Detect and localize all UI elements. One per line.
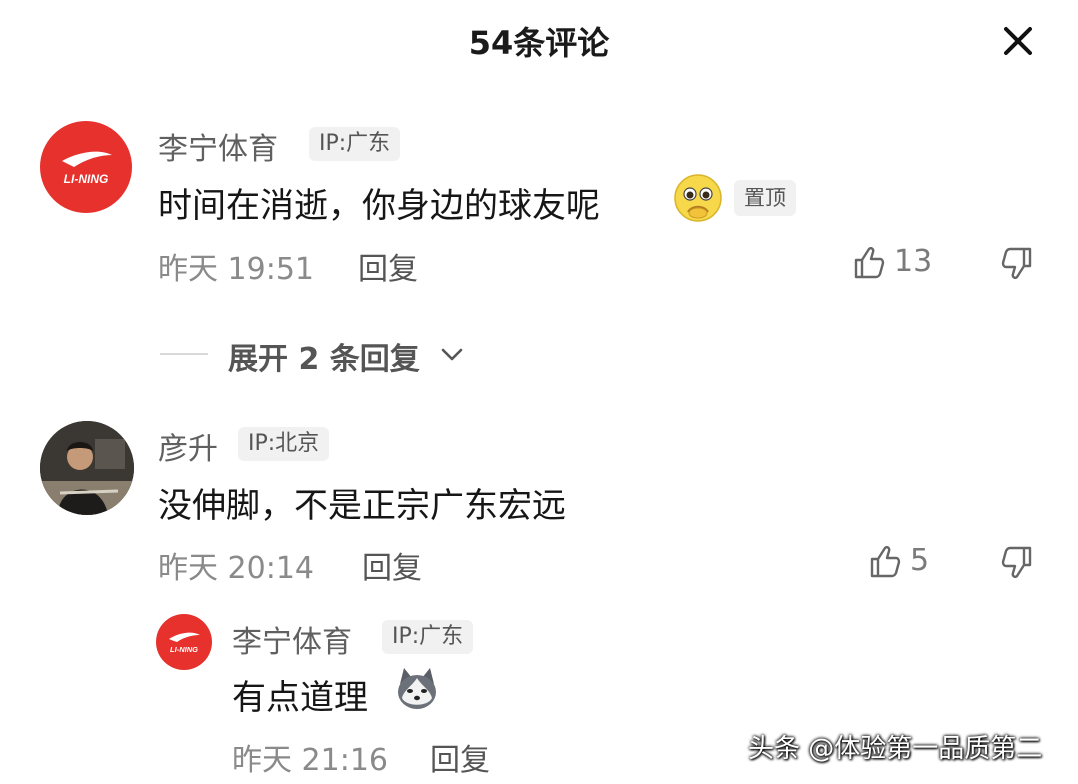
- like-count: 13: [894, 244, 933, 279]
- page-title: 54条评论: [468, 24, 610, 62]
- avatar[interactable]: [40, 421, 134, 515]
- thumbs-down-icon: [1001, 247, 1032, 279]
- reply-button[interactable]: 回复: [430, 735, 490, 779]
- li-ning-logo: LI-NING: [62, 151, 112, 186]
- dislike-button[interactable]: [998, 244, 1036, 282]
- like-button[interactable]: [850, 244, 888, 282]
- comment-author[interactable]: 彦升: [158, 424, 218, 468]
- pinned-badge: 置顶: [734, 180, 796, 216]
- watermark: 头条 @体验第一品质第二: [748, 734, 1043, 764]
- svg-text:LI-NING: LI-NING: [64, 172, 109, 186]
- expand-replies-button[interactable]: 展开 2 条回复: [228, 334, 420, 378]
- avatar[interactable]: LI-NING: [40, 121, 132, 213]
- comment-author[interactable]: 李宁体育: [158, 124, 278, 168]
- reply-button[interactable]: 回复: [362, 543, 422, 587]
- svg-text:LI-NING: LI-NING: [170, 645, 198, 654]
- dislike-button[interactable]: [998, 543, 1036, 581]
- reply-time: 昨天 21:16: [232, 743, 388, 778]
- li-ning-logo: LI-NING: [169, 632, 200, 654]
- thumbs-up-icon: [870, 546, 901, 578]
- comment-text: 没伸脚，不是正宗广东宏远: [158, 486, 566, 526]
- reply-button[interactable]: 回复: [358, 244, 418, 288]
- avatar[interactable]: LI-NING: [156, 614, 212, 670]
- pleading-emoji-icon: [672, 172, 724, 224]
- chevron-down-icon[interactable]: [438, 340, 466, 368]
- comment-time: 昨天 19:51: [158, 252, 314, 287]
- ip-badge: IP:广东: [382, 620, 474, 654]
- reply-text: 有点道理: [232, 678, 368, 718]
- comment-text: 时间在消逝，你身边的球友呢: [158, 186, 600, 226]
- divider: [160, 353, 208, 355]
- user-photo: [40, 421, 134, 515]
- like-count: 5: [910, 543, 930, 578]
- thumbs-up-icon: [854, 247, 885, 279]
- like-button[interactable]: [866, 543, 904, 581]
- ip-badge: IP:广东: [309, 127, 401, 161]
- thumbs-down-icon: [1001, 546, 1032, 578]
- reply-author[interactable]: 李宁体育: [232, 617, 352, 661]
- close-icon: [1004, 27, 1032, 55]
- close-button[interactable]: [995, 18, 1041, 64]
- ip-badge: IP:北京: [238, 427, 330, 461]
- husky-emoji-icon: [392, 664, 442, 714]
- comment-time: 昨天 20:14: [158, 551, 314, 586]
